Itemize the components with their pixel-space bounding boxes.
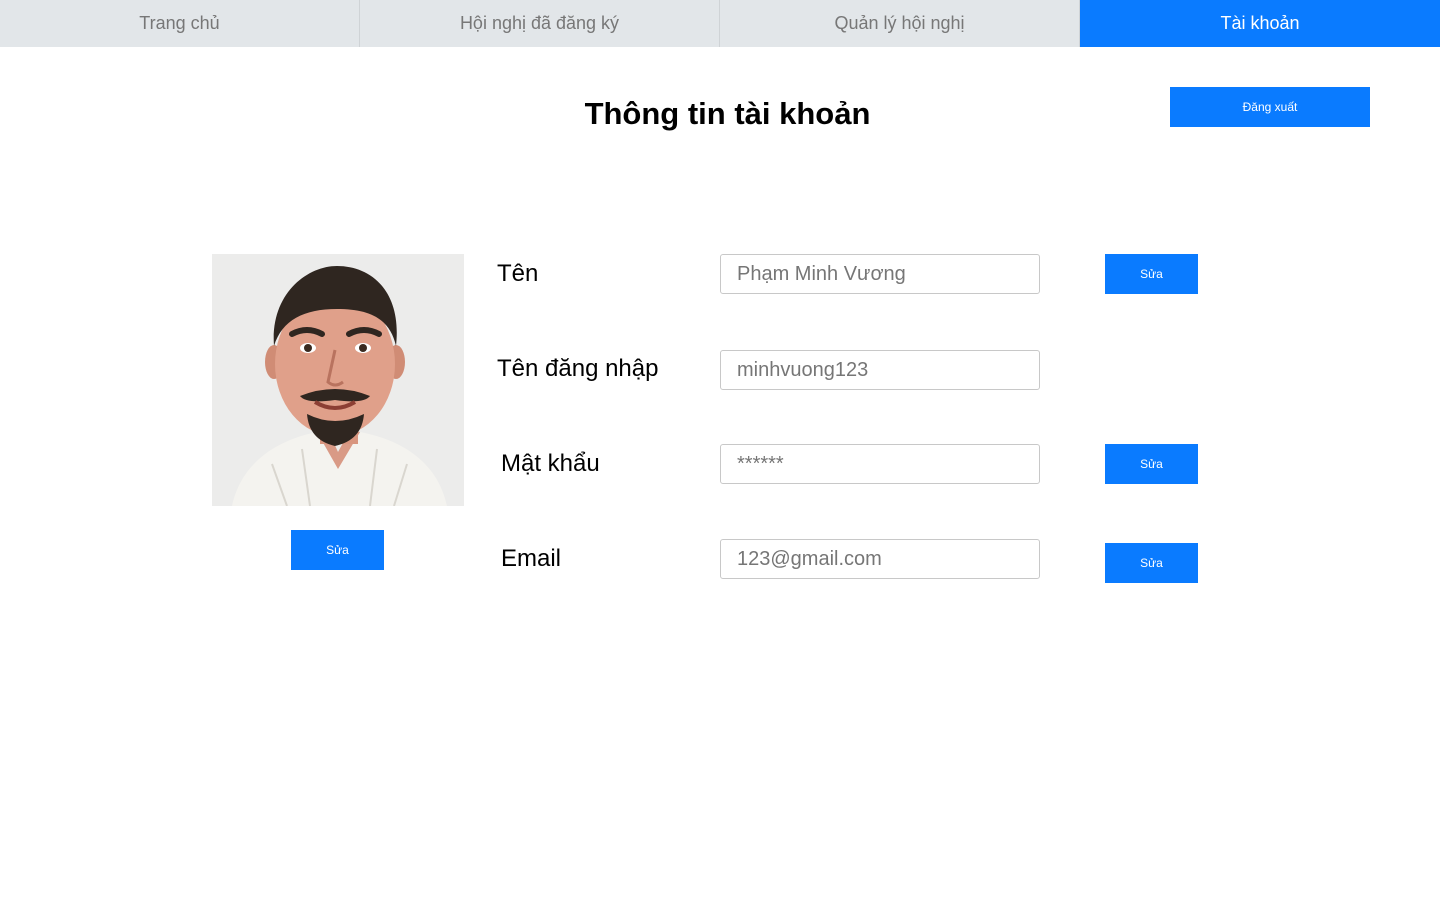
tab-manage-conferences[interactable]: Quản lý hội nghị — [720, 0, 1080, 47]
logout-button[interactable]: Đăng xuất — [1170, 87, 1370, 127]
password-label: Mật khẩu — [501, 450, 600, 477]
avatar-edit-button[interactable]: Sửa — [291, 530, 384, 570]
avatar-photo — [212, 254, 464, 506]
edit-name-button[interactable]: Sửa — [1105, 254, 1198, 294]
tab-home[interactable]: Trang chủ — [0, 0, 360, 47]
avatar — [212, 254, 464, 506]
edit-password-button[interactable]: Sửa — [1105, 444, 1198, 484]
top-nav: Trang chủ Hội nghị đã đăng ký Quản lý hộ… — [0, 0, 1440, 47]
name-field[interactable]: Phạm Minh Vương — [720, 254, 1040, 294]
name-label: Tên — [497, 260, 539, 287]
tab-account[interactable]: Tài khoản — [1080, 0, 1440, 47]
password-field[interactable]: ****** — [720, 444, 1040, 484]
tab-registered-conferences[interactable]: Hội nghị đã đăng ký — [360, 0, 720, 47]
email-label: Email — [501, 545, 562, 572]
edit-email-button[interactable]: Sửa — [1105, 543, 1198, 583]
email-field[interactable]: 123@gmail.com — [720, 539, 1040, 579]
username-label: Tên đăng nhập — [497, 355, 659, 382]
username-field[interactable]: minhvuong123 — [720, 350, 1040, 390]
